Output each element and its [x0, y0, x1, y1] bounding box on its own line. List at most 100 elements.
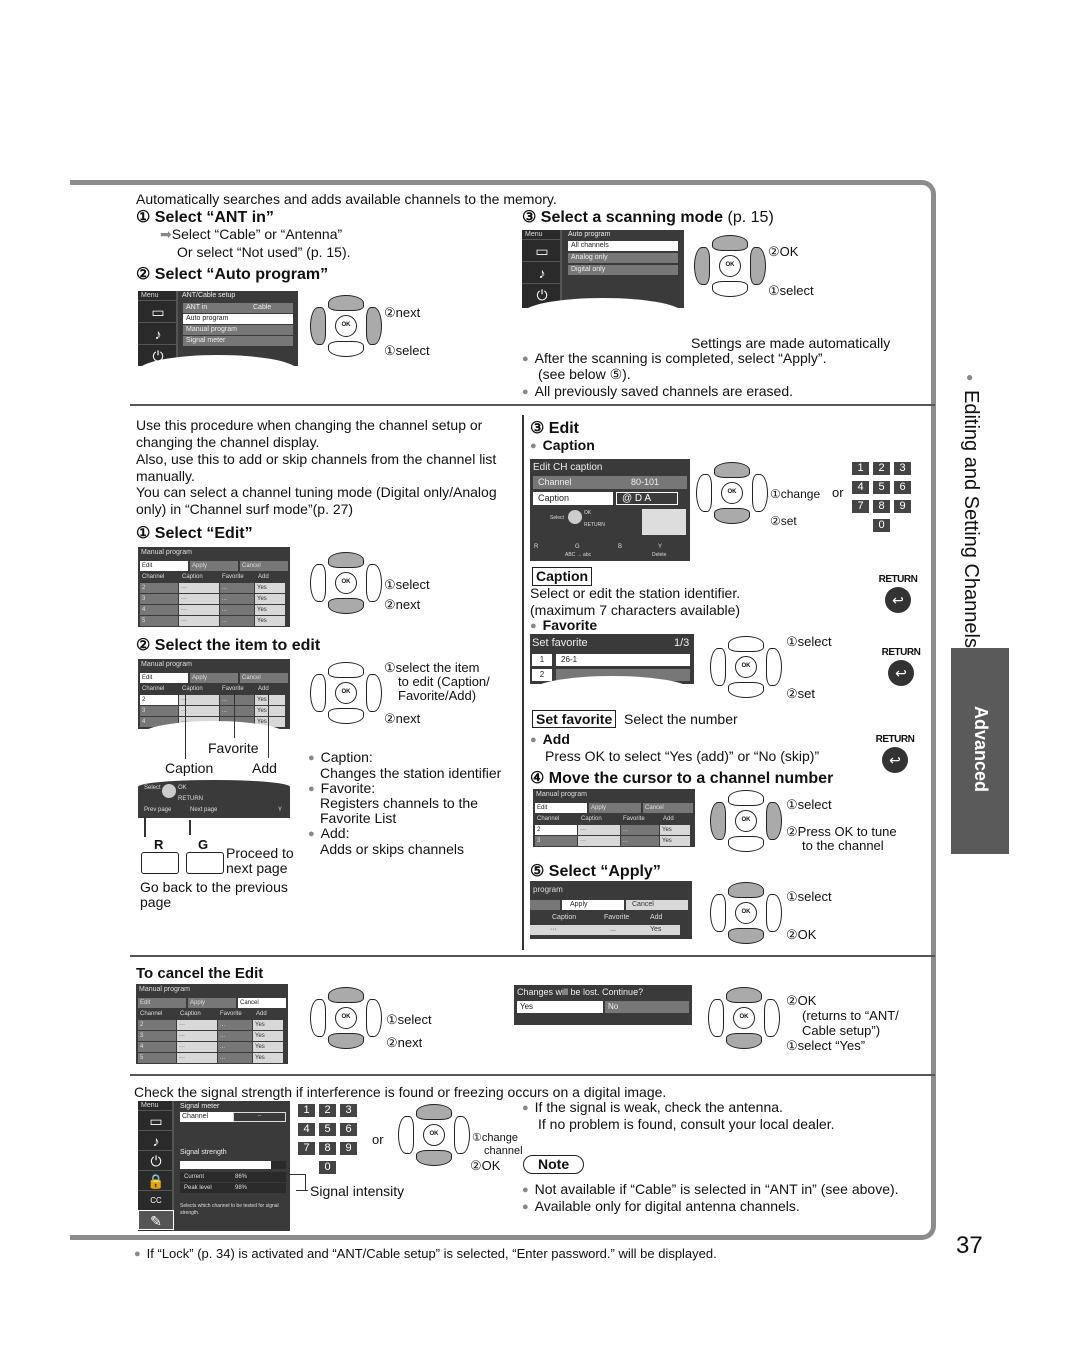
table-cell[interactable]: Yes — [255, 583, 285, 593]
table-cell[interactable]: 4 — [138, 1042, 176, 1052]
table-cell[interactable]: Yes — [660, 825, 690, 835]
table-cell[interactable]: ··· — [578, 825, 620, 835]
table-cell[interactable]: ··· — [177, 1042, 217, 1052]
table-cell[interactable]: ... — [218, 1020, 252, 1030]
down-button[interactable] — [328, 708, 364, 724]
table-cell[interactable]: ... — [220, 616, 254, 626]
tab-apply[interactable]: Apply — [190, 561, 238, 571]
ok-button[interactable]: OK — [719, 255, 741, 277]
tab-edit[interactable] — [530, 900, 560, 910]
down-button[interactable] — [712, 281, 748, 297]
menu-item-ant-in[interactable]: ANT in Cable — [183, 303, 293, 313]
down-button[interactable] — [328, 341, 364, 357]
ok-button[interactable]: OK — [423, 1124, 445, 1146]
right-button[interactable] — [366, 564, 382, 602]
table-cell[interactable]: 3 — [140, 594, 178, 604]
tab-edit[interactable]: Edit — [140, 561, 188, 571]
return-button[interactable]: RETURN ↩ — [876, 647, 926, 686]
number-key[interactable]: 8 — [319, 1142, 336, 1155]
left-button[interactable] — [710, 802, 726, 840]
right-button[interactable] — [764, 999, 780, 1037]
scan-analog-only[interactable]: Analog only — [568, 253, 678, 263]
table-cell[interactable]: Yes — [255, 616, 285, 626]
left-button[interactable] — [310, 674, 326, 712]
number-key[interactable]: 0 — [319, 1161, 336, 1174]
table-cell[interactable]: 3 — [140, 706, 178, 716]
right-button[interactable] — [752, 474, 768, 512]
number-key[interactable]: 5 — [873, 481, 890, 494]
right-button[interactable] — [454, 1116, 470, 1154]
scan-digital-only[interactable]: Digital only — [568, 265, 678, 275]
tab-apply[interactable]: Apply — [188, 998, 236, 1008]
up-button[interactable] — [328, 662, 364, 678]
table-cell[interactable]: ... — [621, 836, 659, 846]
up-button[interactable] — [328, 552, 364, 568]
tab-apply[interactable]: Apply — [562, 900, 624, 910]
table-cell[interactable]: ··· — [179, 594, 219, 604]
number-key[interactable]: 7 — [852, 500, 869, 513]
table-cell[interactable]: Yes — [253, 1020, 283, 1030]
table-cell[interactable]: Yes — [253, 1053, 283, 1063]
table-cell[interactable]: 2 — [138, 1020, 176, 1030]
table-cell[interactable]: ... — [220, 605, 254, 615]
left-button[interactable] — [398, 1116, 414, 1154]
ok-button[interactable]: OK — [721, 482, 743, 504]
return-button[interactable]: RETURN ↩ — [873, 574, 923, 613]
number-key[interactable]: 9 — [894, 500, 911, 513]
table-cell[interactable]: Yes — [660, 836, 690, 846]
number-key[interactable]: 2 — [873, 462, 890, 475]
up-button[interactable] — [712, 235, 748, 251]
menu-item-manual-program[interactable]: Manual program — [183, 325, 293, 335]
caption-input[interactable]: @ D A — [616, 492, 678, 505]
ok-button[interactable]: OK — [735, 902, 757, 924]
left-button[interactable] — [710, 894, 726, 932]
right-button[interactable] — [750, 247, 766, 285]
ok-button[interactable]: OK — [335, 682, 357, 704]
fav-slot-value[interactable]: 26-1 — [556, 654, 690, 666]
tab-cancel[interactable]: Cancel — [240, 561, 288, 571]
ok-button[interactable]: OK — [335, 572, 357, 594]
tab-apply[interactable]: Apply — [190, 673, 238, 683]
green-button[interactable] — [186, 852, 224, 874]
table-cell[interactable]: 2 — [535, 825, 577, 835]
up-button[interactable] — [728, 636, 764, 652]
table-cell[interactable]: 5 — [138, 1053, 176, 1063]
ok-button[interactable]: OK — [735, 656, 757, 678]
menu-item-signal-meter[interactable]: Signal meter — [183, 336, 293, 346]
right-button[interactable] — [366, 674, 382, 712]
up-button[interactable] — [726, 987, 762, 1003]
left-button[interactable] — [310, 999, 326, 1037]
tab-cancel[interactable]: Cancel — [643, 803, 693, 813]
right-button[interactable] — [366, 307, 382, 345]
number-key[interactable]: 4 — [852, 481, 869, 494]
table-cell[interactable]: ... — [621, 825, 659, 835]
table-cell[interactable]: Yes — [255, 605, 285, 615]
number-key[interactable]: 7 — [298, 1142, 315, 1155]
up-button[interactable] — [728, 790, 764, 806]
table-row[interactable]: ···... Yes — [530, 925, 680, 935]
down-button[interactable] — [328, 598, 364, 614]
number-key[interactable]: 6 — [340, 1123, 357, 1136]
up-button[interactable] — [416, 1104, 452, 1120]
table-cell[interactable]: ··· — [177, 1020, 217, 1030]
table-cell[interactable]: ... — [218, 1053, 252, 1063]
table-cell[interactable]: 3 — [535, 836, 577, 846]
left-button[interactable] — [694, 247, 710, 285]
table-cell[interactable]: ··· — [177, 1053, 217, 1063]
tab-apply[interactable]: Apply — [589, 803, 641, 813]
number-key[interactable]: 3 — [340, 1104, 357, 1117]
table-cell[interactable]: ... — [220, 695, 254, 705]
ok-button[interactable]: OK — [733, 1007, 755, 1029]
left-button[interactable] — [310, 564, 326, 602]
table-cell[interactable]: Yes — [255, 594, 285, 604]
right-button[interactable] — [766, 802, 782, 840]
table-cell[interactable]: 2 — [140, 583, 178, 593]
left-button[interactable] — [310, 307, 326, 345]
table-cell[interactable]: ... — [218, 1042, 252, 1052]
down-button[interactable] — [726, 1033, 762, 1049]
table-cell[interactable]: ... — [220, 583, 254, 593]
number-key[interactable]: 2 — [319, 1104, 336, 1117]
right-button[interactable] — [766, 894, 782, 932]
down-button[interactable] — [728, 682, 764, 698]
ok-button[interactable]: OK — [335, 315, 357, 337]
